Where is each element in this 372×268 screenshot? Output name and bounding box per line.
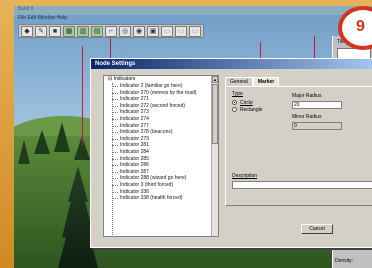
eye-icon[interactable]: ◉ xyxy=(133,25,145,37)
pencil-icon[interactable]: ✎ xyxy=(35,25,47,37)
tree-item[interactable]: Indicator 274 xyxy=(104,116,218,123)
major-radius-field[interactable]: 20 xyxy=(292,101,342,109)
ghost3-icon[interactable]: ▭ xyxy=(189,25,201,37)
tree-item[interactable]: Indicator 2 (familiar go here) xyxy=(104,83,218,90)
tree-item[interactable]: Indicator 277 xyxy=(104,123,218,130)
ghost2-icon[interactable]: ▭ xyxy=(175,25,187,37)
tree-items: Indicator 2 (familiar go here) Indicator … xyxy=(104,83,218,202)
rectangle-label: Rectangle xyxy=(240,107,263,113)
description-label: Description xyxy=(232,173,258,179)
type-label: Type xyxy=(232,91,243,97)
save-icon[interactable]: ■ xyxy=(49,25,61,37)
tree-item[interactable]: Indicator 272 (second forced) xyxy=(104,103,218,110)
density-label: Density: xyxy=(335,258,354,264)
minus-icon[interactable]: ⊟ xyxy=(108,76,112,82)
tree-root[interactable]: ⊟ Indicators xyxy=(104,76,218,83)
tree-item[interactable]: Indicator 284 xyxy=(104,149,218,156)
editor-title: Build It xyxy=(14,6,372,15)
scroll-up-icon[interactable]: ▲ xyxy=(212,76,218,83)
scene-tree xyxy=(34,130,50,154)
terrain-icon[interactable]: ▦ xyxy=(63,25,75,37)
scene-tree xyxy=(54,122,70,152)
editor-toolbar: ◆ ✎ ■ ▦ ▥ ▤ ⌐ ◎ ◉ ▣ ▭ ▭ ▭ xyxy=(18,24,204,38)
tree-item[interactable]: Indicator 271 xyxy=(104,96,218,103)
indicator-tree[interactable]: ⊟ Indicators Indicator 2 (familiar go he… xyxy=(103,75,219,237)
circle-radio[interactable] xyxy=(232,100,237,105)
minor-radius-label: Minor Radius xyxy=(292,114,322,120)
tree-item[interactable]: Indicator 287 xyxy=(104,169,218,176)
layer-icon[interactable]: ▤ xyxy=(91,25,103,37)
camera-icon[interactable]: ◎ xyxy=(119,25,131,37)
picture-icon[interactable]: ▣ xyxy=(147,25,159,37)
ghost1-icon[interactable]: ▭ xyxy=(161,25,173,37)
tree-item[interactable]: Indicator 270 (memos by the road) xyxy=(104,90,218,97)
dialog-tabs: General Marker xyxy=(225,77,280,86)
scene-tree xyxy=(18,140,30,164)
tree-item[interactable]: Indicator 281 xyxy=(104,142,218,149)
minor-radius-field[interactable]: 0 xyxy=(292,122,342,130)
circle-label: Circle xyxy=(240,100,253,106)
tree-item[interactable]: Indicator 338 (health forced) xyxy=(104,195,218,202)
cancel-button[interactable]: Cancel xyxy=(301,224,333,234)
major-radius-label: Major Radius xyxy=(292,93,322,99)
scroll-thumb[interactable] xyxy=(212,84,218,144)
tree-item[interactable]: Indicator 336 xyxy=(104,189,218,196)
tree-item[interactable]: Indicator 279 xyxy=(104,136,218,143)
tree-item[interactable]: Indicator 285 xyxy=(104,156,218,163)
grid-icon[interactable]: ▥ xyxy=(77,25,89,37)
marker-tab-page: Type Circle Rectangle Major Radius 20 Mi… xyxy=(225,86,372,206)
tag-icon[interactable]: ⌐ xyxy=(105,25,117,37)
tab-general[interactable]: General xyxy=(225,77,253,86)
rectangle-radio[interactable] xyxy=(232,107,237,112)
tab-marker[interactable]: Marker xyxy=(252,77,280,86)
tree-item[interactable]: Indicator 3 (third forced) xyxy=(104,182,218,189)
editor-menu[interactable]: File Edit Window Help xyxy=(14,15,372,23)
tree-item[interactable]: Indicator 286 xyxy=(104,162,218,169)
tree-scrollbar[interactable]: ▲ xyxy=(211,76,218,236)
dialog-title: Node Settings xyxy=(91,59,372,69)
description-field[interactable] xyxy=(232,181,372,189)
tree-item[interactable]: Indicator 278 (beacons) xyxy=(104,129,218,136)
tree-item[interactable]: Indicator 288 (wizard go here) xyxy=(104,175,218,182)
diamond-icon[interactable]: ◆ xyxy=(21,25,33,37)
node-settings-dialog: Node Settings ⊟ Indicators Indicator 2 (… xyxy=(90,58,372,248)
tree-root-label: Indicators xyxy=(113,76,136,82)
marker-pole xyxy=(82,46,83,146)
tree-item[interactable]: Indicator 273 xyxy=(104,109,218,116)
